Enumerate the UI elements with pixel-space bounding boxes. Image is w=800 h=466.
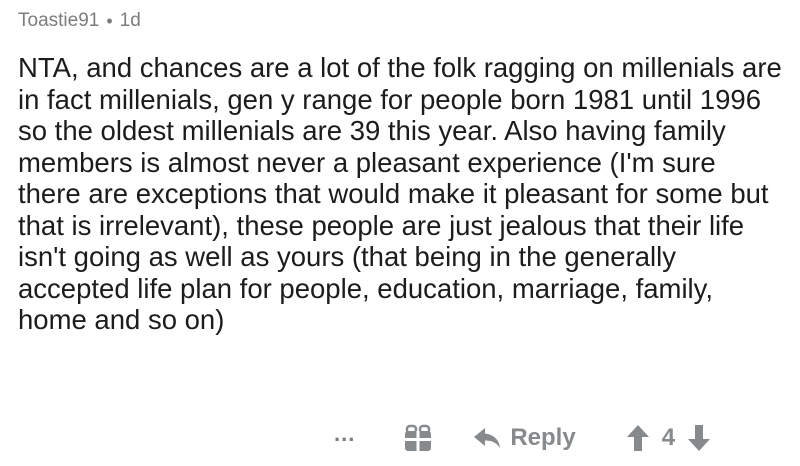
comment-body: NTA, and chances are a lot of the folk r… bbox=[18, 52, 782, 335]
reply-button[interactable]: Reply bbox=[473, 424, 576, 452]
comment-meta: Toastie91 • 1d bbox=[18, 6, 788, 36]
vote-controls: 4 bbox=[626, 424, 711, 452]
comment: Toastie91 • 1d NTA, and chances are a lo… bbox=[18, 6, 788, 336]
more-options-button[interactable]: ... bbox=[334, 423, 355, 452]
reply-arrow-icon bbox=[474, 428, 501, 448]
comment-age[interactable]: 1d bbox=[120, 10, 141, 32]
meta-separator: • bbox=[106, 10, 113, 31]
downvote-arrow-icon[interactable] bbox=[687, 424, 711, 452]
reply-label: Reply bbox=[510, 424, 576, 451]
comment-actions: ... Reply 4 bbox=[334, 418, 711, 458]
vote-score: 4 bbox=[661, 424, 676, 451]
username[interactable]: Toastie91 bbox=[18, 10, 99, 32]
upvote-arrow-icon[interactable] bbox=[626, 424, 650, 452]
gift-award-icon[interactable] bbox=[403, 423, 433, 453]
